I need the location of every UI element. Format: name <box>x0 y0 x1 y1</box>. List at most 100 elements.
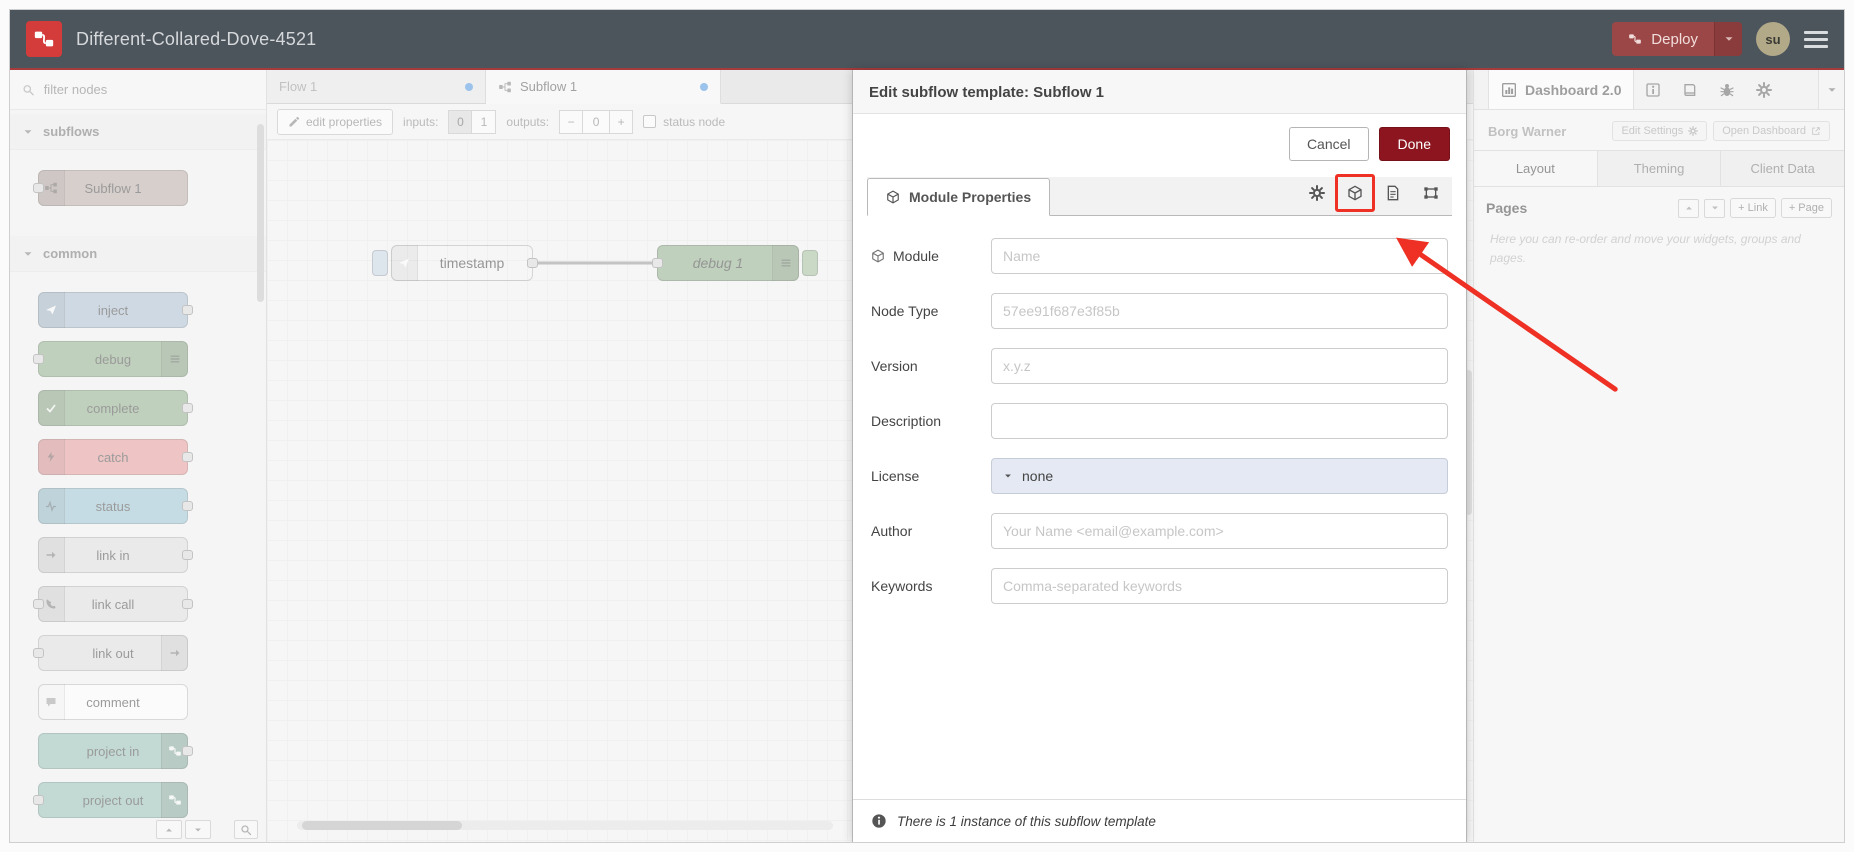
appearance-tab-button[interactable] <box>1416 179 1446 207</box>
user-avatar[interactable]: su <box>1756 22 1790 56</box>
edit-properties-button[interactable]: edit properties <box>277 108 394 135</box>
debug-toggle-button[interactable] <box>802 250 818 276</box>
sidebar-tab-help[interactable] <box>1671 70 1708 109</box>
outputs-decrement-button[interactable]: − <box>559 109 584 134</box>
chevron-up-icon <box>164 825 174 835</box>
link-out-icon <box>161 635 188 671</box>
palette-node-inject[interactable]: inject <box>38 292 193 328</box>
page-move-up-button[interactable] <box>1678 198 1700 218</box>
input-port[interactable] <box>33 183 44 193</box>
node-type-field-label: Node Type <box>871 303 939 319</box>
palette-section-subflows[interactable]: subflows <box>10 114 266 150</box>
status-node-checkbox[interactable] <box>643 115 657 128</box>
inject-trigger-button[interactable] <box>372 250 388 276</box>
version-input[interactable] <box>991 348 1448 384</box>
sidebar-tab-info[interactable] <box>1634 70 1671 109</box>
keywords-input[interactable] <box>991 568 1448 604</box>
inject-icon <box>391 245 418 281</box>
caret-down-icon <box>1003 471 1013 481</box>
project-name: Borg Warner <box>1488 123 1567 139</box>
canvas-search-button[interactable] <box>234 820 258 839</box>
inputs-0-button[interactable]: 0 <box>448 109 473 134</box>
module-field-label: Module <box>871 248 991 264</box>
tab-subflow-1[interactable]: Subflow 1 <box>486 70 721 104</box>
palette-node-comment[interactable]: comment <box>38 684 188 720</box>
add-page-button[interactable]: + Page <box>1780 198 1832 218</box>
palette-node-link-call[interactable]: link call <box>33 586 193 622</box>
input-port[interactable] <box>33 599 44 609</box>
gear-icon <box>1756 82 1772 98</box>
properties-tab-button[interactable] <box>1302 179 1332 207</box>
add-link-button[interactable]: + Link <box>1730 198 1776 218</box>
output-port[interactable] <box>182 746 193 756</box>
module-input[interactable] <box>991 238 1448 274</box>
sidebar-tab-debug[interactable] <box>1708 70 1745 109</box>
palette-node-project-out[interactable]: project out <box>33 782 188 818</box>
page-move-down-button[interactable] <box>1704 198 1726 218</box>
palette-node-complete[interactable]: complete <box>38 390 193 426</box>
license-select[interactable]: none <box>991 458 1448 494</box>
scrollbar-thumb[interactable] <box>302 821 462 830</box>
palette-section-common[interactable]: common <box>10 236 266 272</box>
tab-client-data[interactable]: Client Data <box>1721 151 1844 186</box>
chevron-down-icon <box>193 825 203 835</box>
dashboard-subtabs: Layout Theming Client Data <box>1474 150 1844 187</box>
outputs-count: 0 <box>583 109 610 134</box>
author-input[interactable] <box>991 513 1448 549</box>
keywords-field-label: Keywords <box>871 578 933 594</box>
inputs-1-button[interactable]: 1 <box>472 109 497 134</box>
dashboard-project-row: Borg Warner Edit Settings Open Dashboard <box>1474 110 1844 150</box>
node-palette: subflows Subflow 1 common inject <box>10 70 267 842</box>
node-timestamp[interactable]: timestamp <box>372 245 538 281</box>
input-port[interactable] <box>33 648 44 658</box>
output-port[interactable] <box>527 258 538 268</box>
output-port[interactable] <box>182 305 193 315</box>
node-type-input[interactable] <box>991 293 1448 329</box>
done-button[interactable]: Done <box>1378 127 1450 161</box>
open-dashboard-button[interactable]: Open Dashboard <box>1713 121 1830 141</box>
input-port[interactable] <box>33 795 44 805</box>
tab-module-properties[interactable]: Module Properties <box>867 178 1051 216</box>
deploy-icon <box>1628 32 1642 46</box>
input-port[interactable] <box>652 258 663 268</box>
sidebar-header: Dashboard 2.0 <box>1474 70 1844 110</box>
deploy-button[interactable]: Deploy <box>1612 22 1714 56</box>
palette-search-input[interactable] <box>43 82 254 97</box>
outputs-increment-button[interactable]: + <box>609 109 634 134</box>
palette-node-link-in[interactable]: link in <box>38 537 193 573</box>
subflow-icon <box>498 80 512 94</box>
output-port[interactable] <box>182 550 193 560</box>
scroll-up-button[interactable] <box>156 820 182 839</box>
output-port[interactable] <box>182 501 193 511</box>
edit-settings-button[interactable]: Edit Settings <box>1612 121 1708 141</box>
tab-theming[interactable]: Theming <box>1597 151 1722 186</box>
palette-node-link-out[interactable]: link out <box>33 635 188 671</box>
input-port[interactable] <box>33 354 44 364</box>
output-port[interactable] <box>182 403 193 413</box>
palette-node-subflow-1[interactable]: Subflow 1 <box>33 170 188 206</box>
palette-node-status[interactable]: status <box>38 488 193 524</box>
tab-flow-1[interactable]: Flow 1 <box>267 70 486 103</box>
sidebar-options-button[interactable] <box>1818 70 1844 109</box>
chevron-down-icon <box>1723 33 1735 45</box>
deploy-options-button[interactable] <box>1714 22 1742 56</box>
main-menu-button[interactable] <box>1804 27 1828 52</box>
tab-layout[interactable]: Layout <box>1474 151 1598 186</box>
description-input[interactable] <box>991 403 1448 439</box>
description-tab-button[interactable] <box>1378 179 1408 207</box>
cancel-button[interactable]: Cancel <box>1288 127 1369 161</box>
palette-scrollbar-thumb[interactable] <box>257 124 264 302</box>
project-out-icon <box>161 782 188 818</box>
module-properties-tab-button[interactable] <box>1335 174 1375 212</box>
scroll-down-button[interactable] <box>185 820 211 839</box>
node-debug-1[interactable]: debug 1 <box>652 245 818 281</box>
output-port[interactable] <box>182 452 193 462</box>
output-port[interactable] <box>182 599 193 609</box>
gear-icon <box>1309 185 1325 201</box>
sidebar-tab-config[interactable] <box>1745 70 1782 109</box>
complete-icon <box>38 390 65 426</box>
palette-node-project-in[interactable]: project in <box>38 733 193 769</box>
palette-node-debug[interactable]: debug <box>33 341 188 377</box>
sidebar-tab-dashboard[interactable]: Dashboard 2.0 <box>1488 70 1635 109</box>
palette-node-catch[interactable]: catch <box>38 439 193 475</box>
